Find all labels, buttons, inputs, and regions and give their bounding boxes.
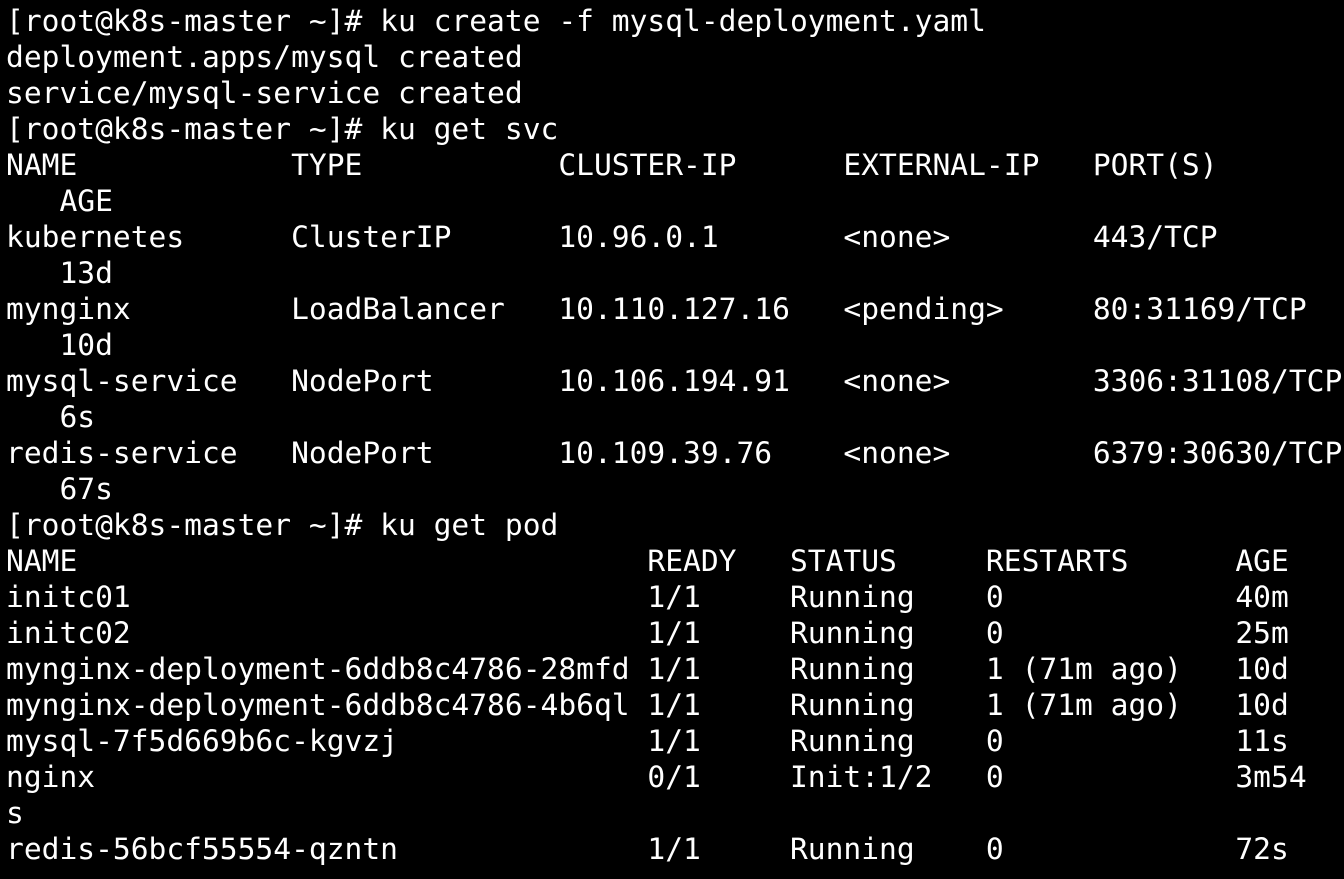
terminal-output[interactable]: [root@k8s-master ~]# ku create -f mysql-… <box>6 3 1344 879</box>
pod-row-nginx-wrap: s <box>6 796 24 830</box>
terminal-line-prompt-get-pod: [root@k8s-master ~]# ku get pod <box>6 508 559 542</box>
pod-row-initc01: initc01 1/1 Running 0 40m <box>6 580 1289 614</box>
pod-row-initc02: initc02 1/1 Running 0 25m <box>6 616 1289 650</box>
svc-row-mysql-service: mysql-service NodePort 10.106.194.91 <no… <box>6 364 1343 398</box>
svc-row-mynginx: mynginx LoadBalancer 10.110.127.16 <pend… <box>6 292 1307 326</box>
svc-table-header-wrap: AGE <box>6 184 113 218</box>
terminal-line-prompt-create: [root@k8s-master ~]# ku create -f mysql-… <box>6 4 986 38</box>
terminal-line-deployment-created: deployment.apps/mysql created <box>6 40 523 74</box>
pod-row-nginx: nginx 0/1 Init:1/2 0 3m54 <box>6 760 1307 794</box>
terminal-line-service-created: service/mysql-service created <box>6 76 523 110</box>
svc-table-header: NAME TYPE CLUSTER-IP EXTERNAL-IP PORT(S) <box>6 148 1218 182</box>
pod-row-mysql: mysql-7f5d669b6c-kgvzj 1/1 Running 0 11s <box>6 724 1289 758</box>
terminal-line-prompt-get-svc: [root@k8s-master ~]# ku get svc <box>6 112 559 146</box>
svc-row-redis-service: redis-service NodePort 10.109.39.76 <non… <box>6 436 1343 470</box>
pod-row-mynginx-4b6ql: mynginx-deployment-6ddb8c4786-4b6ql 1/1 … <box>6 688 1289 722</box>
svc-row-mynginx-wrap: 10d <box>6 328 113 362</box>
svc-row-kubernetes: kubernetes ClusterIP 10.96.0.1 <none> 44… <box>6 220 1218 254</box>
svc-row-redis-service-wrap: 67s <box>6 472 113 506</box>
pod-row-mynginx-28mfd: mynginx-deployment-6ddb8c4786-28mfd 1/1 … <box>6 652 1289 686</box>
svc-row-kubernetes-wrap: 13d <box>6 256 113 290</box>
pod-table-header: NAME READY STATUS RESTARTS AGE <box>6 544 1289 578</box>
svc-row-mysql-service-wrap: 6s <box>6 400 96 434</box>
pod-row-redis: redis-56bcf55554-qzntn 1/1 Running 0 72s <box>6 832 1289 866</box>
